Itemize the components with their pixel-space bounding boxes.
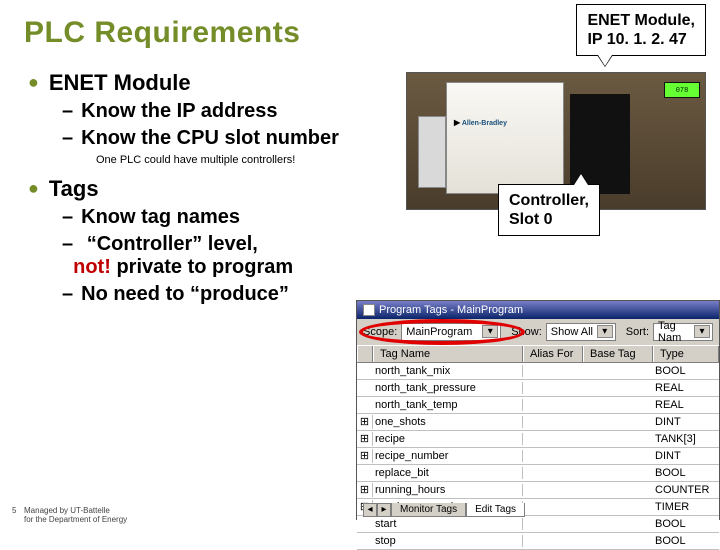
footer: 5 Managed by UT-Battelle for the Departm… xyxy=(24,506,127,524)
window-titlebar[interactable]: Program Tags - MainProgram xyxy=(357,301,719,319)
photo-cabinet xyxy=(446,82,564,194)
show-select[interactable]: Show All xyxy=(546,323,616,341)
cell-type: BOOL xyxy=(653,467,719,479)
col-tagname[interactable]: Tag Name xyxy=(373,346,523,362)
cell-tagname: north_tank_temp xyxy=(373,399,523,411)
cell-tagname: stop xyxy=(373,535,523,547)
sort-select[interactable]: Tag Nam xyxy=(653,323,713,341)
callout-enet-text: ENET Module, IP 10. 1. 2. 47 xyxy=(587,12,695,48)
col-aliasfor[interactable]: Alias For xyxy=(523,346,583,362)
footer-text: Managed by UT-Battelle for the Departmen… xyxy=(24,506,127,524)
expand-toggle[interactable]: ⊞ xyxy=(357,415,373,429)
cell-type: REAL xyxy=(653,382,719,394)
table-row[interactable]: start BOOL xyxy=(357,516,719,533)
photo-led: 078 xyxy=(664,82,700,98)
page-number: 5 xyxy=(12,506,16,515)
cell-tagname: recipe xyxy=(373,433,523,445)
cell-type: DINT xyxy=(653,416,719,428)
tab-monitor-tags[interactable]: Monitor Tags xyxy=(391,503,466,517)
expand-toggle[interactable]: ⊞ xyxy=(357,432,373,446)
cell-type: BOOL xyxy=(653,365,719,377)
table-row[interactable]: ⊞running_hours COUNTER xyxy=(357,482,719,499)
cell-tagname: start xyxy=(373,518,523,530)
photo-enet-module xyxy=(418,116,446,188)
cell-tagname: one_shots xyxy=(373,416,523,428)
col-type[interactable]: Type xyxy=(653,346,719,362)
table-row[interactable]: replace_bit BOOL xyxy=(357,465,719,482)
table-row[interactable]: north_tank_mix BOOL xyxy=(357,363,719,380)
cell-type: REAL xyxy=(653,399,719,411)
emphasis-not: not! xyxy=(73,256,111,278)
tab-scroll-left[interactable]: ◂ xyxy=(363,503,377,517)
table-row[interactable]: ⊞recipe_number DINT xyxy=(357,448,719,465)
bullet-controller-level: “Controller” level, not! private to prog… xyxy=(62,233,720,279)
slide: PLC Requirements ENET Module, IP 10. 1. … xyxy=(0,0,720,540)
table-row[interactable]: north_tank_temp REAL xyxy=(357,397,719,414)
cell-tagname: running_hours xyxy=(373,484,523,496)
callout-controller: Controller, Slot 0 xyxy=(498,184,600,236)
cell-tagname: recipe_number xyxy=(373,450,523,462)
cell-type: BOOL xyxy=(653,518,719,530)
cell-type: TIMER xyxy=(653,501,719,513)
cell-type: DINT xyxy=(653,450,719,462)
sort-label: Sort: xyxy=(626,326,649,338)
table-row[interactable]: ⊞recipe TANK[3] xyxy=(357,431,719,448)
callout-enet: ENET Module, IP 10. 1. 2. 47 xyxy=(576,4,706,56)
table-row[interactable]: ⊞one_shots DINT xyxy=(357,414,719,431)
grid-header: Tag Name Alias For Base Tag Type xyxy=(357,345,719,363)
expand-toggle[interactable]: ⊞ xyxy=(357,483,373,497)
program-tags-window: Program Tags - MainProgram Scope: MainPr… xyxy=(356,300,720,520)
highlight-scope-circle xyxy=(359,319,525,345)
col-basetag[interactable]: Base Tag xyxy=(583,346,653,362)
table-row[interactable]: stop BOOL xyxy=(357,533,719,550)
photo-brand: ▶ Allen-Bradley xyxy=(454,118,507,127)
callout-controller-text: Controller, Slot 0 xyxy=(509,192,589,228)
cell-tagname: replace_bit xyxy=(373,467,523,479)
grid-rows: north_tank_mix BOOL north_tank_pressure REA… xyxy=(357,363,719,550)
window-icon xyxy=(363,304,375,316)
expand-toggle[interactable]: ⊞ xyxy=(357,449,373,463)
tab-scroll-right[interactable]: ▸ xyxy=(377,503,391,517)
cell-type: BOOL xyxy=(653,535,719,547)
tab-edit-tags[interactable]: Edit Tags xyxy=(466,503,525,517)
cell-tagname: north_tank_mix xyxy=(373,365,523,377)
cell-type: COUNTER xyxy=(653,484,719,496)
table-row[interactable]: north_tank_pressure REAL xyxy=(357,380,719,397)
cell-tagname: north_tank_pressure xyxy=(373,382,523,394)
window-title: Program Tags - MainProgram xyxy=(379,304,523,316)
bottom-tabs: ◂ ▸ Monitor Tags Edit Tags xyxy=(363,503,525,517)
cell-type: TANK[3] xyxy=(653,433,719,445)
